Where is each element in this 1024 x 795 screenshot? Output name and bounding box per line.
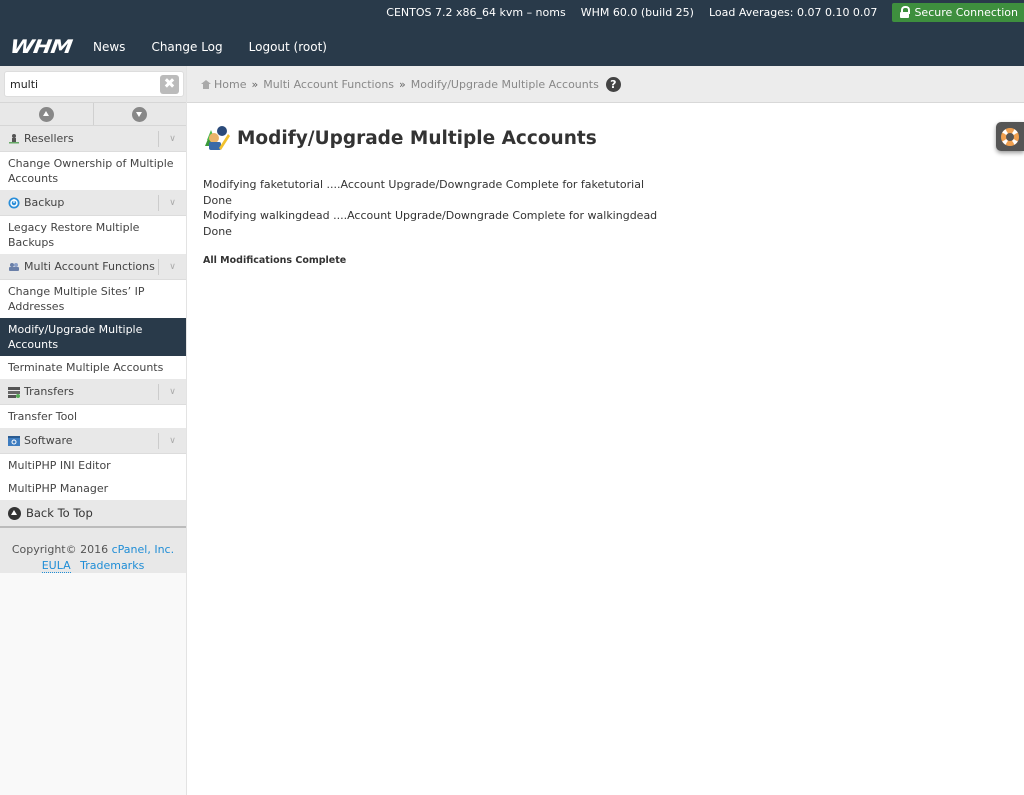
- resellers-icon: [9, 133, 19, 143]
- clear-search-button[interactable]: ✖: [160, 75, 179, 94]
- sidebar-footer: Copyright© 2016 cPanel, Inc. EULA Tradem…: [0, 528, 186, 573]
- breadcrumb-current: Modify/Upgrade Multiple Accounts: [410, 77, 599, 91]
- whm-version: WHM 60.0 (build 25): [580, 5, 694, 19]
- whm-logo[interactable]: WHM: [9, 37, 74, 58]
- log-line: Done: [203, 224, 232, 238]
- eula-link[interactable]: EULA: [41, 559, 71, 573]
- lock-icon: [900, 6, 911, 18]
- trademarks-link[interactable]: Trademarks: [80, 559, 144, 572]
- sidebar-item-multiphp-ini-editor[interactable]: MultiPHP INI Editor: [0, 454, 186, 477]
- chevron-down-icon[interactable]: ∨: [158, 259, 186, 275]
- chevron-down-icon[interactable]: ∨: [158, 195, 186, 211]
- multi-account-icon: [9, 262, 19, 271]
- sidebar-item-change-ip[interactable]: Change Multiple Sites’ IP Addresses: [0, 280, 186, 318]
- scroll-down-button[interactable]: [94, 103, 187, 125]
- category-label: Backup: [24, 196, 65, 209]
- category-label: Transfers: [24, 385, 74, 398]
- system-info-bar: CENTOS 7.2 x86_64 kvm – noms WHM 60.0 (b…: [386, 0, 1024, 24]
- top-nav: News Change Log Logout (root): [93, 40, 353, 54]
- sidebar-item-change-ownership[interactable]: Change Ownership of Multiple Accounts: [0, 152, 186, 190]
- search-container: ✖: [0, 66, 186, 102]
- log-line: Modifying walkingdead ....Account Upgrad…: [203, 209, 658, 222]
- back-to-top-button[interactable]: Back To Top: [0, 500, 186, 528]
- category-label: Software: [24, 434, 73, 447]
- breadcrumb-home[interactable]: Home: [214, 78, 246, 91]
- category-label: Resellers: [24, 132, 74, 145]
- search-input[interactable]: [5, 72, 155, 96]
- main-content: Modify/Upgrade Multiple Accounts Modifyi…: [203, 123, 983, 266]
- sidebar: ✖ Resellers ∨ Change Ownership of Multip…: [0, 66, 187, 795]
- breadcrumb-separator: »: [251, 77, 259, 91]
- search-box: ✖: [4, 71, 184, 97]
- log-line: Done: [203, 193, 232, 207]
- sidebar-item-terminate-multiple[interactable]: Terminate Multiple Accounts: [0, 356, 186, 379]
- nav-change-log[interactable]: Change Log: [151, 40, 222, 54]
- chevron-down-icon[interactable]: ∨: [158, 131, 186, 147]
- completion-summary: All Modifications Complete: [203, 255, 347, 266]
- sidebar-category-transfers[interactable]: Transfers ∨: [0, 379, 186, 405]
- backup-icon: [8, 197, 20, 208]
- sidebar-category-software[interactable]: Software ∨: [0, 428, 186, 454]
- sidebar-item-legacy-restore[interactable]: Legacy Restore Multiple Backups: [0, 216, 186, 254]
- top-header: CENTOS 7.2 x86_64 kvm – noms WHM 60.0 (b…: [0, 0, 1024, 66]
- sidebar-item-transfer-tool[interactable]: Transfer Tool: [0, 405, 186, 428]
- support-button[interactable]: [996, 122, 1024, 151]
- page-title-row: Modify/Upgrade Multiple Accounts: [203, 123, 983, 153]
- arrow-up-icon: [38, 106, 54, 122]
- copyright-text: Copyright© 2016: [11, 543, 109, 556]
- breadcrumb: Home » Multi Account Functions » Modify/…: [187, 66, 1024, 103]
- lifebuoy-icon: [1001, 127, 1019, 146]
- sidebar-nav-arrows: [0, 102, 186, 126]
- sidebar-item-multiphp-manager[interactable]: MultiPHP Manager: [0, 477, 186, 500]
- software-icon: [8, 435, 20, 446]
- cpanel-link[interactable]: cPanel, Inc.: [112, 543, 174, 556]
- back-to-top-label: Back To Top: [26, 506, 93, 520]
- secure-connection-badge[interactable]: Secure Connection: [892, 2, 1024, 22]
- arrow-up-circle-icon: [8, 506, 21, 520]
- nav-logout[interactable]: Logout (root): [249, 40, 327, 54]
- sidebar-category-multi-account-functions[interactable]: Multi Account Functions ∨: [0, 254, 186, 280]
- modify-accounts-icon: [205, 126, 230, 150]
- transfers-icon: [8, 386, 20, 398]
- sidebar-category-backup[interactable]: Backup ∨: [0, 190, 186, 216]
- chevron-down-icon[interactable]: ∨: [158, 384, 186, 400]
- nav-news[interactable]: News: [93, 40, 125, 54]
- log-line: Modifying faketutorial ....Account Upgra…: [203, 178, 644, 191]
- scroll-up-button[interactable]: [0, 103, 94, 125]
- home-icon: [201, 79, 211, 89]
- arrow-down-icon: [132, 106, 148, 122]
- load-averages: Load Averages: 0.07 0.10 0.07: [708, 5, 878, 19]
- sidebar-category-resellers[interactable]: Resellers ∨: [0, 126, 186, 152]
- server-info: CENTOS 7.2 x86_64 kvm – noms: [386, 5, 566, 19]
- category-label: Multi Account Functions: [24, 260, 155, 273]
- chevron-down-icon[interactable]: ∨: [158, 433, 186, 449]
- sidebar-item-modify-upgrade[interactable]: Modify/Upgrade Multiple Accounts: [0, 318, 186, 356]
- breadcrumb-separator: »: [399, 77, 406, 91]
- secure-connection-label: Secure Connection: [914, 5, 1018, 19]
- page-title: Modify/Upgrade Multiple Accounts: [237, 127, 597, 149]
- help-icon[interactable]: ?: [605, 76, 621, 92]
- breadcrumb-multi-account-functions[interactable]: Multi Account Functions: [263, 78, 394, 91]
- modification-log: Modifying faketutorial ....Account Upgra…: [203, 177, 983, 239]
